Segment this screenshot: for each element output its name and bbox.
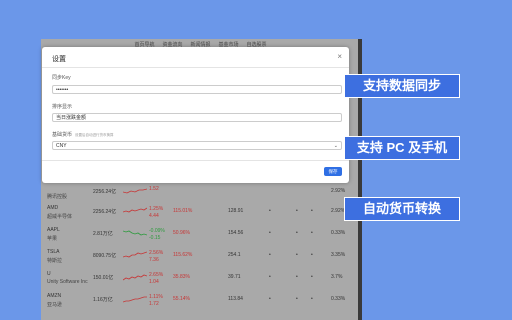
- close-icon[interactable]: ×: [337, 53, 342, 61]
- market-cap: 2.81万亿: [93, 231, 113, 237]
- ytd-change: 35.83%: [173, 274, 190, 280]
- placeholder-dot: •: [311, 252, 313, 258]
- currency-label-text: 基础货币: [52, 132, 73, 138]
- table-row[interactable]: 腾讯控股 2256.24亿 1.52 2.92%: [41, 185, 360, 205]
- table-row[interactable]: AMZN 亚马逊 1.16万亿 1.11% 1.72 55.14% 113.84…: [41, 293, 360, 313]
- modal-header-divider: [42, 67, 349, 68]
- price-change-pct: 2.65%: [149, 272, 164, 278]
- placeholder-dot: •: [296, 296, 298, 302]
- stock-name: Unity Software Inc: [47, 279, 88, 285]
- price-change-pct: 2.56%: [149, 250, 164, 256]
- table-row[interactable]: TSLA 特斯拉 8090.75亿 2.56% 7.36 115.62% 254…: [41, 249, 360, 269]
- stock-table: 腾讯控股 2256.24亿 1.52 2.92% AMD 超威半导体 2256.…: [41, 186, 360, 320]
- price: 113.84: [228, 296, 243, 302]
- api-key-input[interactable]: •••••••: [52, 85, 342, 94]
- sort-select[interactable]: 当日涨跌金额: [52, 113, 342, 122]
- price: 39.71: [228, 274, 241, 280]
- chevron-down-icon: ⌄: [333, 143, 338, 149]
- placeholder-dot: •: [311, 230, 313, 236]
- feature-callout-platforms: 支持 PC 及手机: [344, 136, 460, 160]
- price-change: -0.15: [149, 235, 161, 241]
- save-button[interactable]: 保存: [324, 167, 342, 176]
- table-row[interactable]: AAPL 苹果 2.81万亿 -0.09% -0.15 50.96% 154.5…: [41, 227, 360, 247]
- last-change: 0.33%: [331, 296, 346, 302]
- placeholder-dot: •: [296, 274, 298, 280]
- sparkline: [123, 296, 147, 303]
- currency-value: CNY: [56, 143, 67, 149]
- placeholder-dot: •: [311, 274, 313, 280]
- market-cap: 1.16万亿: [93, 297, 113, 303]
- placeholder-dot: •: [269, 230, 271, 236]
- price-change: 1.72: [149, 301, 159, 307]
- price: 128.91: [228, 208, 244, 214]
- sparkline: [123, 230, 147, 236]
- currency-hint: 设置后自动进行货币换算: [75, 133, 114, 137]
- sparkline: [123, 188, 147, 194]
- stock-symbol: TSLA: [47, 249, 60, 255]
- price: 254.1: [228, 252, 241, 258]
- api-key-value: •••••••: [56, 87, 69, 93]
- table-row[interactable]: AMD 超威半导体 2256.24亿 1.25% 4.44 115.01% 12…: [41, 205, 360, 225]
- placeholder-dot: •: [269, 296, 271, 302]
- price-change: 4.44: [149, 213, 159, 219]
- market-cap: 150.01亿: [93, 275, 114, 281]
- stock-symbol: AMD: [47, 205, 59, 211]
- stock-name: 特斯拉: [47, 258, 63, 264]
- last-change: 0.33%: [331, 230, 346, 236]
- settings-modal: 设置 × 同步Key ••••••• 排序显示 当日涨跌金额 基础货币 设置后自动…: [42, 47, 349, 183]
- stock-name: 腾讯控股: [47, 194, 68, 200]
- market-cap: 2256.24亿: [93, 209, 117, 215]
- placeholder-dot: •: [296, 208, 298, 214]
- ytd-change: 115.62%: [173, 252, 193, 258]
- market-cap: 8090.75亿: [93, 253, 117, 259]
- ytd-change: 55.14%: [173, 296, 190, 302]
- table-row[interactable]: U Unity Software Inc 150.01亿 2.65% 1.04 …: [41, 271, 360, 291]
- stock-symbol: U: [47, 271, 51, 277]
- price-change: 1.04: [149, 279, 159, 285]
- currency-label: 基础货币 设置后自动进行货币换算: [52, 131, 114, 138]
- stock-name: 超威半导体: [47, 214, 73, 220]
- price-change-pct: -0.09%: [149, 228, 165, 234]
- price-change: 1.52: [149, 186, 159, 192]
- price-change: 7.36: [149, 257, 159, 263]
- sparkline: [123, 274, 147, 281]
- placeholder-dot: •: [269, 208, 271, 214]
- placeholder-dot: •: [269, 252, 271, 258]
- placeholder-dot: •: [311, 296, 313, 302]
- feature-callout-sync: 支持数据同步: [344, 74, 460, 98]
- sort-value: 当日涨跌金额: [56, 115, 87, 121]
- last-change: 3.7%: [331, 274, 343, 280]
- market-cap: 2256.24亿: [93, 189, 117, 195]
- placeholder-dot: •: [296, 230, 298, 236]
- last-change: 3.35%: [331, 252, 346, 258]
- stock-symbol: AAPL: [47, 227, 60, 233]
- price-change-pct: 1.11%: [149, 294, 163, 300]
- sparkline: [123, 251, 147, 258]
- stock-name: 亚马逊: [47, 302, 63, 308]
- stock-symbol: AMZN: [47, 293, 62, 299]
- price: 154.56: [228, 230, 244, 236]
- sparkline: [123, 207, 147, 213]
- ytd-change: 50.96%: [173, 230, 190, 236]
- placeholder-dot: •: [311, 208, 313, 214]
- stock-name: 苹果: [47, 236, 58, 242]
- currency-select[interactable]: CNY ⌄: [52, 141, 342, 150]
- placeholder-dot: •: [296, 252, 298, 258]
- last-change: 2.92%: [331, 188, 346, 194]
- price-change-pct: 1.25%: [149, 206, 164, 212]
- api-key-label: 同步Key: [52, 75, 71, 81]
- ytd-change: 115.01%: [173, 208, 193, 214]
- sort-label: 排序显示: [52, 104, 73, 110]
- modal-footer-divider: [42, 160, 349, 161]
- modal-title: 设置: [52, 56, 66, 63]
- feature-callout-currency: 自动货币转换: [344, 197, 460, 221]
- placeholder-dot: •: [269, 274, 271, 280]
